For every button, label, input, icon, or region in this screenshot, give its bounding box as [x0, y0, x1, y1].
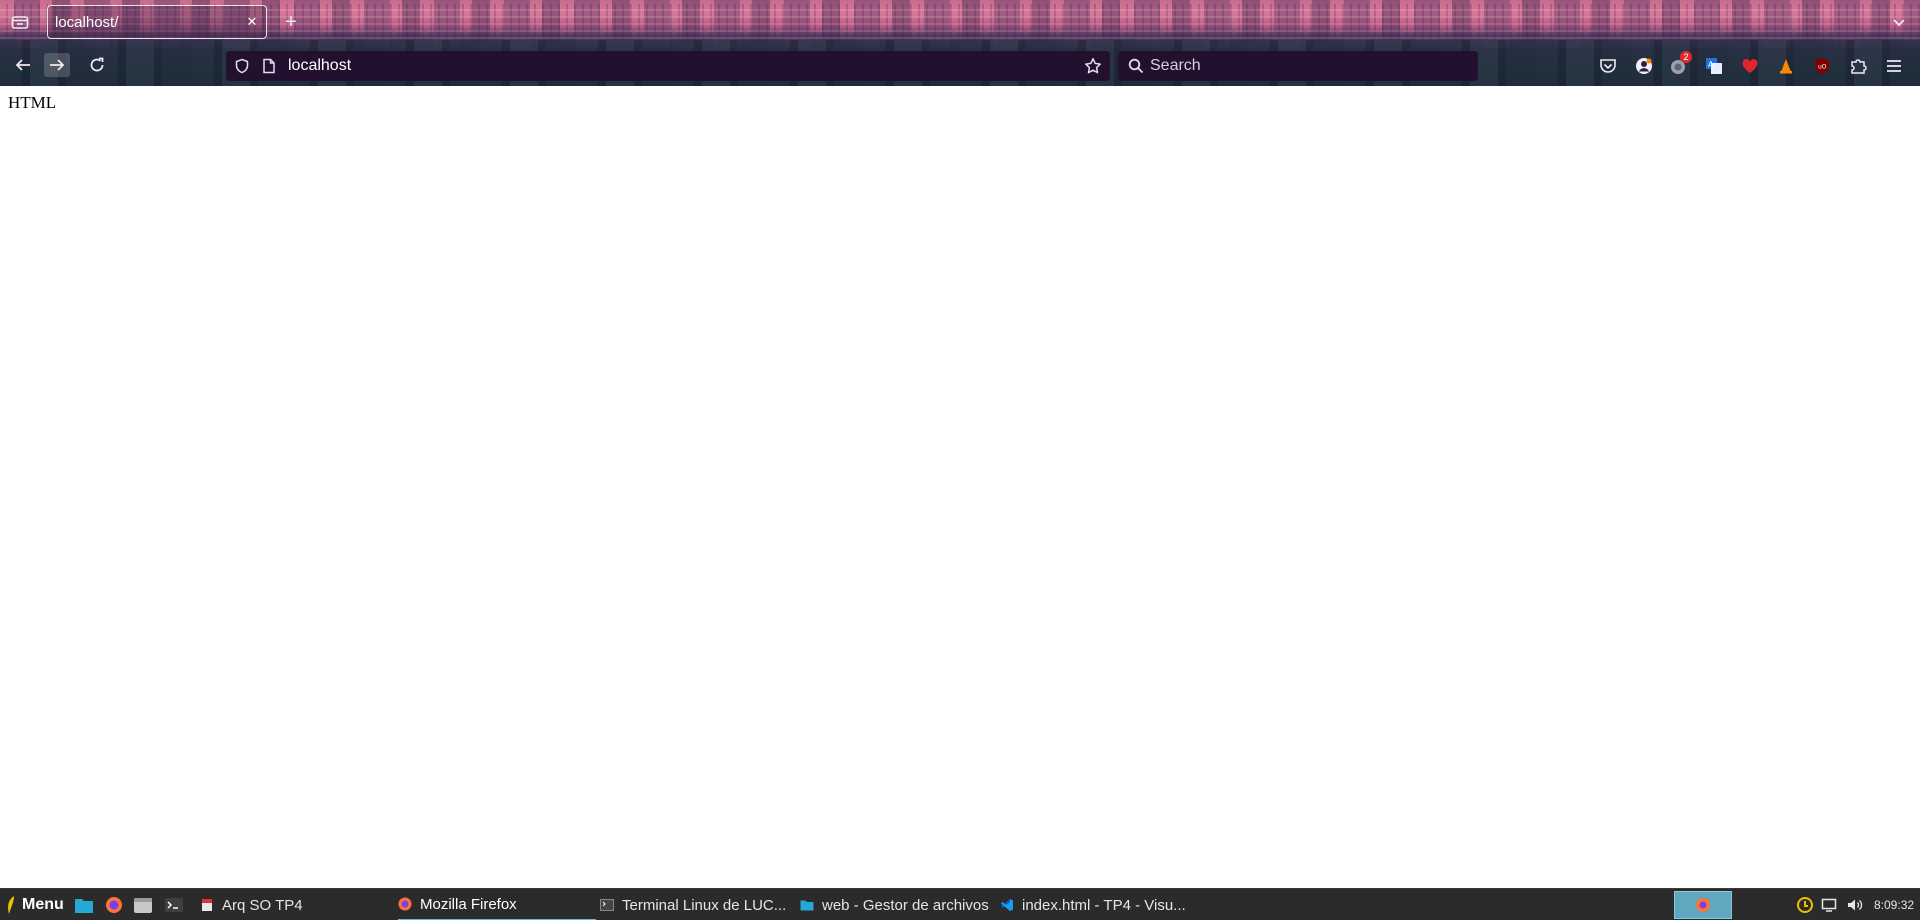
- search-input[interactable]: [1150, 55, 1468, 77]
- folder-icon: [800, 898, 814, 912]
- star-icon[interactable]: [1084, 57, 1102, 75]
- hamburger-menu-icon[interactable]: [1884, 56, 1904, 76]
- vlc-icon[interactable]: [1776, 56, 1796, 76]
- navigation-toolbar: localhost 2 A: [0, 46, 1920, 84]
- file-manager-launcher-icon[interactable]: [133, 896, 153, 914]
- tab-localhost[interactable]: localhost/ ✕: [47, 5, 267, 39]
- search-bar[interactable]: [1118, 51, 1478, 81]
- taskbar-window-file-manager[interactable]: web - Gestor de archivos: [800, 889, 1000, 920]
- terminal-launcher-icon[interactable]: [164, 896, 184, 914]
- taskbar-window-label: index.html - TP4 - Visu...: [1022, 896, 1186, 914]
- volume-icon[interactable]: [1846, 897, 1864, 913]
- back-arrow-icon[interactable]: [10, 53, 36, 77]
- files-launcher-icon[interactable]: [74, 896, 94, 914]
- taskbar-window-firefox[interactable]: Mozilla Firefox: [398, 889, 596, 920]
- puzzle-icon[interactable]: [1848, 56, 1868, 76]
- start-menu-button[interactable]: Menu: [6, 889, 64, 920]
- firefox-launcher-icon[interactable]: [104, 896, 124, 914]
- account-icon[interactable]: [1634, 56, 1654, 76]
- ublock-icon[interactable]: uO: [1812, 56, 1832, 76]
- page-body-text: HTML: [8, 93, 57, 112]
- tab-list-icon[interactable]: [8, 11, 32, 33]
- page-viewport: HTML: [0, 86, 1920, 886]
- search-icon: [1128, 58, 1144, 74]
- svg-text:A: A: [1708, 60, 1714, 69]
- firefox-icon: [1696, 898, 1710, 912]
- shield-icon[interactable]: [234, 58, 250, 74]
- url-bar[interactable]: localhost: [226, 51, 1110, 81]
- display-icon[interactable]: [1820, 897, 1838, 913]
- reload-icon[interactable]: [84, 53, 110, 77]
- firefox-icon: [398, 897, 412, 911]
- clock[interactable]: 8:09:32: [1874, 898, 1914, 912]
- taskbar-window-terminal[interactable]: Terminal Linux de LUC...: [600, 889, 796, 920]
- close-icon[interactable]: ✕: [244, 14, 260, 30]
- chevron-down-icon[interactable]: [1888, 11, 1910, 33]
- pocket-icon[interactable]: [1598, 56, 1618, 76]
- terminal-icon: [600, 898, 614, 912]
- forward-arrow-icon[interactable]: [44, 53, 70, 77]
- url-text[interactable]: localhost: [288, 57, 351, 75]
- workspace-preview[interactable]: [1674, 891, 1732, 919]
- svg-text:uO: uO: [1818, 64, 1827, 71]
- update-manager-icon[interactable]: [1796, 897, 1814, 913]
- document-icon: [200, 898, 214, 912]
- taskbar-window-arq-so[interactable]: Arq SO TP4: [200, 889, 390, 920]
- taskbar-window-vscode[interactable]: index.html - TP4 - Visu...: [1000, 889, 1200, 920]
- taskbar-window-label: Arq SO TP4: [222, 896, 303, 914]
- heart-icon[interactable]: [1740, 56, 1760, 76]
- taskbar-window-label: web - Gestor de archivos: [822, 896, 989, 914]
- start-menu-label: Menu: [22, 896, 64, 913]
- browser-chrome: localhost/ ✕ + localhost Search 2 A uO: [0, 0, 1920, 86]
- taskbar-window-label: Mozilla Firefox: [420, 895, 517, 913]
- menu-leaf-icon: [8, 896, 14, 914]
- page-icon[interactable]: [262, 58, 276, 74]
- translate-icon[interactable]: A: [1704, 56, 1724, 76]
- vscode-icon: [1000, 898, 1014, 912]
- tab-strip: localhost/ ✕ +: [0, 0, 1920, 44]
- tab-title: localhost/: [55, 13, 119, 31]
- taskbar-window-label: Terminal Linux de LUC...: [622, 896, 787, 914]
- plus-icon[interactable]: +: [280, 11, 302, 33]
- desktop-taskbar: Menu Arq SO TP4 Mozilla Firefox Terminal…: [0, 888, 1920, 920]
- extension-badge: 2: [1680, 51, 1692, 63]
